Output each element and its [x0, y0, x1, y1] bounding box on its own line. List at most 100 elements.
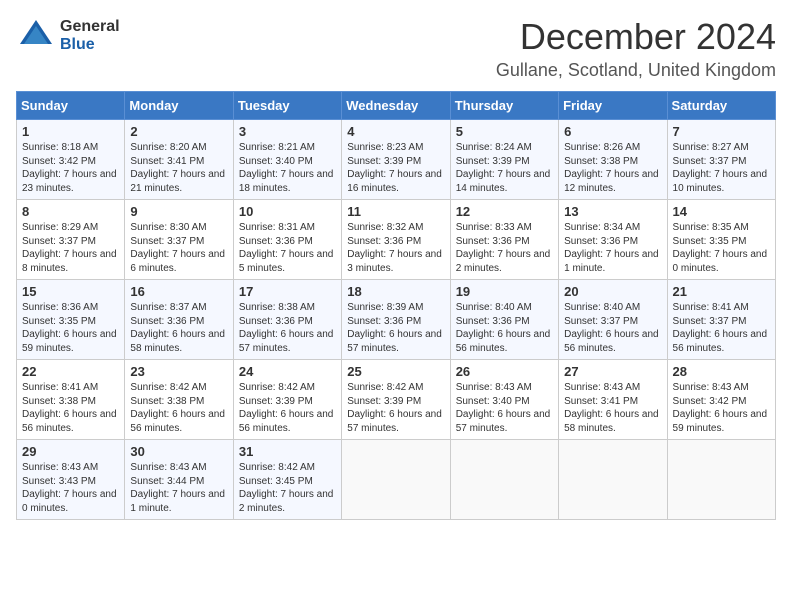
- day-number: 19: [456, 284, 553, 299]
- main-title: December 2024: [496, 16, 776, 58]
- week-row-3: 15 Sunrise: 8:36 AMSunset: 3:35 PMDayligh…: [17, 280, 776, 360]
- day-number: 22: [22, 364, 119, 379]
- day-detail: Sunrise: 8:42 AMSunset: 3:38 PMDaylight:…: [130, 381, 227, 435]
- day-number: 8: [22, 204, 119, 219]
- day-number: 12: [456, 204, 553, 219]
- calendar-cell: 13Sunrise: 8:34 AMSunset: 3:36 PMDayligh…: [559, 200, 667, 280]
- calendar-body: 1 Sunrise: 8:18 AMSunset: 3:42 PMDaylight…: [17, 120, 776, 520]
- header-wednesday: Wednesday: [342, 92, 450, 120]
- day-number: 10: [239, 204, 336, 219]
- day-number: 20: [564, 284, 661, 299]
- day-detail: Sunrise: 8:31 AMSunset: 3:36 PMDaylight:…: [239, 221, 336, 275]
- calendar-cell: 28Sunrise: 8:43 AMSunset: 3:42 PMDayligh…: [667, 360, 775, 440]
- day-detail: Sunrise: 8:41 AMSunset: 3:38 PMDaylight:…: [22, 381, 119, 435]
- day-number: 3: [239, 124, 336, 139]
- calendar-cell: 7 Sunrise: 8:27 AMSunset: 3:37 PMDaylight…: [667, 120, 775, 200]
- day-number: 1: [22, 124, 119, 139]
- day-number: 28: [673, 364, 770, 379]
- calendar-cell: 10 Sunrise: 8:31 AMSunset: 3:36 PMDayligh…: [233, 200, 341, 280]
- day-number: 17: [239, 284, 336, 299]
- day-detail: Sunrise: 8:43 AMSunset: 3:43 PMDaylight:…: [22, 461, 119, 515]
- calendar-cell: 21Sunrise: 8:41 AMSunset: 3:37 PMDayligh…: [667, 280, 775, 360]
- calendar-cell: 1 Sunrise: 8:18 AMSunset: 3:42 PMDaylight…: [17, 120, 125, 200]
- calendar-cell: 5 Sunrise: 8:24 AMSunset: 3:39 PMDaylight…: [450, 120, 558, 200]
- week-row-1: 1 Sunrise: 8:18 AMSunset: 3:42 PMDaylight…: [17, 120, 776, 200]
- day-number: 30: [130, 444, 227, 459]
- calendar-cell: 16Sunrise: 8:37 AMSunset: 3:36 PMDayligh…: [125, 280, 233, 360]
- calendar-cell: 29 Sunrise: 8:43 AMSunset: 3:43 PMDayligh…: [17, 440, 125, 520]
- day-detail: Sunrise: 8:35 AMSunset: 3:35 PMDaylight:…: [673, 221, 770, 275]
- day-detail: Sunrise: 8:39 AMSunset: 3:36 PMDaylight:…: [347, 301, 444, 355]
- header-thursday: Thursday: [450, 92, 558, 120]
- day-detail: Sunrise: 8:20 AMSunset: 3:41 PMDaylight:…: [130, 141, 227, 195]
- header-tuesday: Tuesday: [233, 92, 341, 120]
- logo: General Blue: [16, 16, 120, 56]
- day-detail: Sunrise: 8:36 AMSunset: 3:35 PMDaylight:…: [22, 301, 119, 355]
- week-row-2: 8 Sunrise: 8:29 AMSunset: 3:37 PMDaylight…: [17, 200, 776, 280]
- calendar-cell: 19 Sunrise: 8:40 AMSunset: 3:36 PMDayligh…: [450, 280, 558, 360]
- day-detail: Sunrise: 8:42 AMSunset: 3:45 PMDaylight:…: [239, 461, 336, 515]
- day-number: 4: [347, 124, 444, 139]
- day-number: 14: [673, 204, 770, 219]
- calendar-cell: 22 Sunrise: 8:41 AMSunset: 3:38 PMDayligh…: [17, 360, 125, 440]
- calendar-cell: [667, 440, 775, 520]
- day-detail: Sunrise: 8:34 AMSunset: 3:36 PMDaylight:…: [564, 221, 661, 275]
- day-detail: Sunrise: 8:40 AMSunset: 3:37 PMDaylight:…: [564, 301, 661, 355]
- calendar-cell: 20 Sunrise: 8:40 AMSunset: 3:37 PMDayligh…: [559, 280, 667, 360]
- calendar-cell: 27 Sunrise: 8:43 AMSunset: 3:41 PMDayligh…: [559, 360, 667, 440]
- header-monday: Monday: [125, 92, 233, 120]
- day-detail: Sunrise: 8:43 AMSunset: 3:41 PMDaylight:…: [564, 381, 661, 435]
- day-number: 9: [130, 204, 227, 219]
- day-detail: Sunrise: 8:33 AMSunset: 3:36 PMDaylight:…: [456, 221, 553, 275]
- day-number: 18: [347, 284, 444, 299]
- calendar-cell: 30 Sunrise: 8:43 AMSunset: 3:44 PMDayligh…: [125, 440, 233, 520]
- calendar-cell: 26Sunrise: 8:43 AMSunset: 3:40 PMDayligh…: [450, 360, 558, 440]
- week-row-5: 29 Sunrise: 8:43 AMSunset: 3:43 PMDayligh…: [17, 440, 776, 520]
- logo-icon: [16, 16, 56, 56]
- day-detail: Sunrise: 8:29 AMSunset: 3:37 PMDaylight:…: [22, 221, 119, 275]
- day-detail: Sunrise: 8:21 AMSunset: 3:40 PMDaylight:…: [239, 141, 336, 195]
- day-detail: Sunrise: 8:18 AMSunset: 3:42 PMDaylight:…: [22, 141, 119, 195]
- calendar-cell: [342, 440, 450, 520]
- calendar-cell: [559, 440, 667, 520]
- calendar-cell: 31 Sunrise: 8:42 AMSunset: 3:45 PMDayligh…: [233, 440, 341, 520]
- day-number: 16: [130, 284, 227, 299]
- day-number: 24: [239, 364, 336, 379]
- day-number: 27: [564, 364, 661, 379]
- day-number: 31: [239, 444, 336, 459]
- day-number: 15: [22, 284, 119, 299]
- day-number: 5: [456, 124, 553, 139]
- day-detail: Sunrise: 8:24 AMSunset: 3:39 PMDaylight:…: [456, 141, 553, 195]
- calendar-cell: 18 Sunrise: 8:39 AMSunset: 3:36 PMDayligh…: [342, 280, 450, 360]
- day-detail: Sunrise: 8:42 AMSunset: 3:39 PMDaylight:…: [239, 381, 336, 435]
- day-number: 6: [564, 124, 661, 139]
- day-detail: Sunrise: 8:27 AMSunset: 3:37 PMDaylight:…: [673, 141, 770, 195]
- calendar-cell: 12 Sunrise: 8:33 AMSunset: 3:36 PMDayligh…: [450, 200, 558, 280]
- calendar-cell: 4 Sunrise: 8:23 AMSunset: 3:39 PMDaylight…: [342, 120, 450, 200]
- days-of-week-row: SundayMondayTuesdayWednesdayThursdayFrid…: [17, 92, 776, 120]
- day-detail: Sunrise: 8:40 AMSunset: 3:36 PMDaylight:…: [456, 301, 553, 355]
- calendar-header: SundayMondayTuesdayWednesdayThursdayFrid…: [17, 92, 776, 120]
- calendar-cell: 17 Sunrise: 8:38 AMSunset: 3:36 PMDayligh…: [233, 280, 341, 360]
- day-detail: Sunrise: 8:23 AMSunset: 3:39 PMDaylight:…: [347, 141, 444, 195]
- day-number: 29: [22, 444, 119, 459]
- header-sunday: Sunday: [17, 92, 125, 120]
- subtitle: Gullane, Scotland, United Kingdom: [496, 60, 776, 81]
- day-detail: Sunrise: 8:43 AMSunset: 3:44 PMDaylight:…: [130, 461, 227, 515]
- day-detail: Sunrise: 8:42 AMSunset: 3:39 PMDaylight:…: [347, 381, 444, 435]
- calendar-cell: 15 Sunrise: 8:36 AMSunset: 3:35 PMDayligh…: [17, 280, 125, 360]
- day-detail: Sunrise: 8:38 AMSunset: 3:36 PMDaylight:…: [239, 301, 336, 355]
- header-saturday: Saturday: [667, 92, 775, 120]
- day-detail: Sunrise: 8:32 AMSunset: 3:36 PMDaylight:…: [347, 221, 444, 275]
- calendar-cell: 3 Sunrise: 8:21 AMSunset: 3:40 PMDaylight…: [233, 120, 341, 200]
- calendar-cell: 24 Sunrise: 8:42 AMSunset: 3:39 PMDayligh…: [233, 360, 341, 440]
- day-number: 21: [673, 284, 770, 299]
- day-number: 23: [130, 364, 227, 379]
- day-detail: Sunrise: 8:43 AMSunset: 3:40 PMDaylight:…: [456, 381, 553, 435]
- logo-text: General Blue: [60, 18, 120, 53]
- week-row-4: 22 Sunrise: 8:41 AMSunset: 3:38 PMDayligh…: [17, 360, 776, 440]
- calendar-cell: 6Sunrise: 8:26 AMSunset: 3:38 PMDaylight…: [559, 120, 667, 200]
- logo-general-text: General: [60, 18, 120, 36]
- calendar-cell: 9Sunrise: 8:30 AMSunset: 3:37 PMDaylight…: [125, 200, 233, 280]
- day-number: 7: [673, 124, 770, 139]
